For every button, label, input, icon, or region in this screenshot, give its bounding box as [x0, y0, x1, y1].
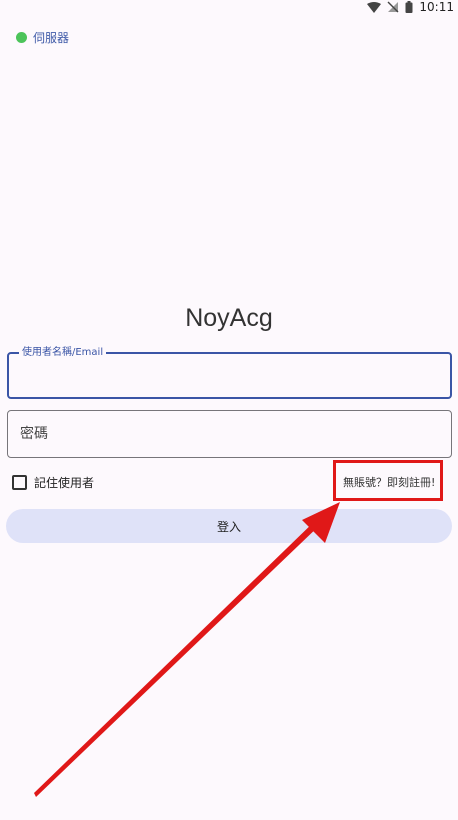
annotation-arrow-head [302, 502, 340, 543]
annotation-arrow-shaft [34, 518, 322, 797]
annotation-arrow [34, 502, 340, 797]
